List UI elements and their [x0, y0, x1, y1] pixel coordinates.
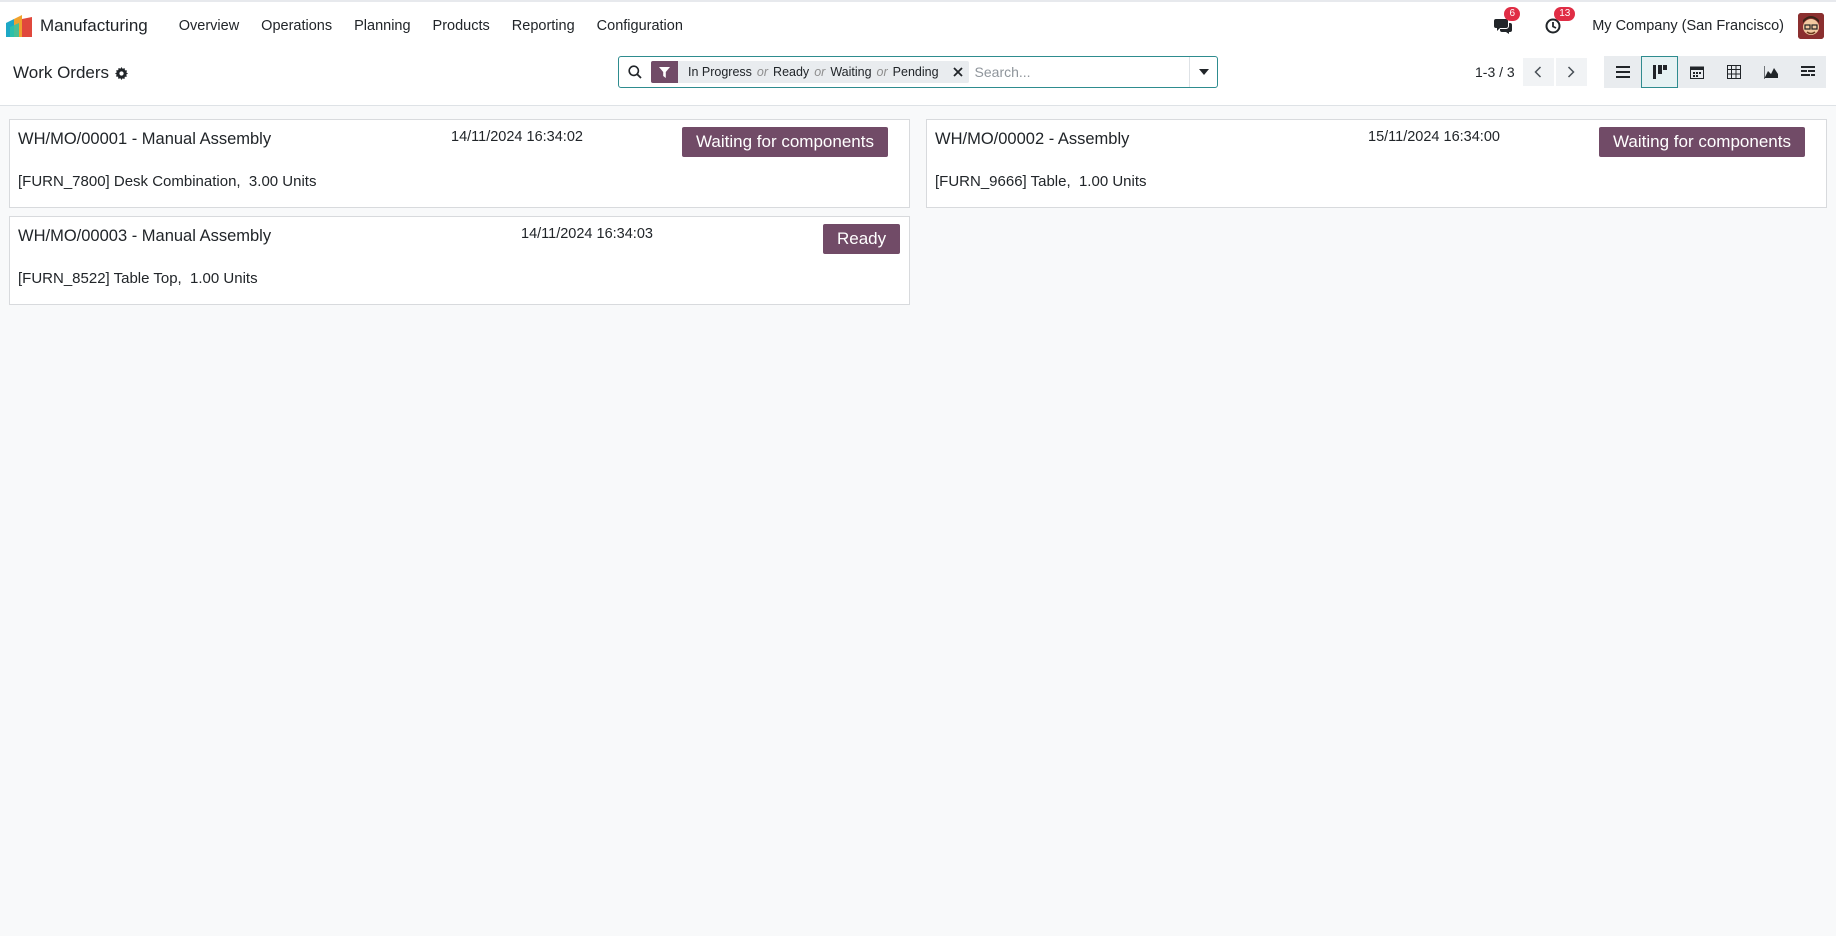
main-navbar: Manufacturing Overview Operations Planni… — [0, 0, 1836, 50]
filter-icon-wrap — [651, 61, 678, 83]
menu-configuration[interactable]: Configuration — [586, 2, 694, 50]
remove-facet-button[interactable] — [947, 61, 969, 83]
list-view-icon — [1615, 66, 1630, 78]
status-badge: Waiting for components — [682, 127, 888, 157]
chevron-left-icon — [1534, 66, 1542, 78]
filter-icon — [659, 66, 670, 78]
kanban-card[interactable]: WH/MO/00003 - Manual Assembly 14/11/2024… — [9, 216, 910, 305]
view-kanban-button[interactable] — [1641, 56, 1678, 88]
calendar-view-icon — [1689, 66, 1704, 79]
activities-count-badge: 13 — [1554, 7, 1576, 21]
systray: 6 13 My Company (San Francisco) — [1492, 2, 1836, 50]
facet-separator: or — [876, 65, 888, 79]
gantt-view-icon — [1800, 66, 1815, 76]
pager-value[interactable]: 1-3 / 3 — [1475, 64, 1515, 80]
search-icon-wrap — [619, 57, 651, 87]
view-pivot-button[interactable] — [1715, 56, 1752, 88]
pager: 1-3 / 3 — [1475, 58, 1587, 86]
facet-values: In Progress or Ready or Waiting or Pendi… — [678, 65, 947, 79]
card-date: 14/11/2024 16:34:03 — [521, 226, 653, 242]
app-brand[interactable]: Manufacturing — [0, 2, 158, 50]
messages-button[interactable]: 6 — [1492, 7, 1521, 37]
facet-separator: or — [814, 65, 826, 79]
kanban-card[interactable]: WH/MO/00002 - Assembly 15/11/2024 16:34:… — [926, 119, 1827, 208]
page-title: Work Orders — [13, 63, 110, 82]
user-avatar-image — [1798, 13, 1824, 39]
chevron-right-icon — [1568, 66, 1575, 78]
card-title: WH/MO/00003 - Manual Assembly — [18, 227, 272, 245]
breadcrumb: Work Orders — [13, 62, 129, 84]
filter-facet[interactable]: In Progress or Ready or Waiting or Pendi… — [651, 61, 969, 83]
company-switcher[interactable]: My Company (San Francisco) — [1592, 18, 1784, 34]
menu-products[interactable]: Products — [422, 2, 501, 50]
facet-value-pending: Pending — [892, 65, 939, 79]
view-gantt-button[interactable] — [1789, 56, 1826, 88]
pager-previous-button[interactable] — [1522, 58, 1554, 86]
manufacturing-app-icon — [6, 15, 32, 37]
search-bar: In Progress or Ready or Waiting or Pendi… — [618, 56, 1218, 88]
card-product: [FURN_8522] Table Top, 1.00 Units — [18, 270, 258, 287]
view-graph-button[interactable] — [1752, 56, 1789, 88]
top-menu: Overview Operations Planning Products Re… — [168, 2, 694, 50]
control-panel: Work Orders In Progress or Ready or Wait… — [0, 50, 1836, 106]
facet-separator: or — [756, 65, 769, 79]
menu-reporting[interactable]: Reporting — [501, 2, 586, 50]
pivot-view-icon — [1726, 65, 1741, 79]
menu-planning[interactable]: Planning — [343, 2, 421, 50]
pager-next-button[interactable] — [1555, 58, 1587, 86]
view-switcher — [1604, 56, 1826, 88]
status-badge: Waiting for components — [1599, 127, 1805, 157]
card-date: 14/11/2024 16:34:02 — [451, 129, 583, 145]
search-icon — [628, 65, 642, 79]
card-product: [FURN_9666] Table, 1.00 Units — [935, 173, 1147, 190]
view-calendar-button[interactable] — [1678, 56, 1715, 88]
menu-operations[interactable]: Operations — [250, 2, 343, 50]
activities-button[interactable]: 13 — [1542, 7, 1576, 37]
messages-count-badge: 6 — [1504, 7, 1521, 21]
menu-overview[interactable]: Overview — [168, 2, 250, 50]
card-title: WH/MO/00001 - Manual Assembly — [18, 130, 272, 148]
view-list-button[interactable] — [1604, 56, 1641, 88]
card-product: [FURN_7800] Desk Combination, 3.00 Units — [18, 173, 317, 190]
graph-view-icon — [1763, 65, 1778, 79]
facet-value-waiting: Waiting — [830, 65, 872, 79]
card-date: 15/11/2024 16:34:00 — [1368, 129, 1500, 145]
status-badge: Ready — [823, 224, 901, 254]
search-input[interactable] — [974, 57, 1189, 87]
app-name: Manufacturing — [40, 16, 148, 35]
gear-icon[interactable] — [115, 66, 129, 80]
facet-value-ready: Ready — [773, 65, 810, 79]
facet-value-in-progress: In Progress — [688, 65, 752, 79]
caret-down-icon — [1198, 69, 1209, 75]
kanban-card[interactable]: WH/MO/00001 - Manual Assembly 14/11/2024… — [9, 119, 910, 208]
kanban-view-icon — [1652, 65, 1667, 79]
user-avatar[interactable] — [1798, 13, 1824, 39]
search-options-toggle[interactable] — [1189, 57, 1217, 87]
close-icon — [952, 67, 963, 77]
card-title: WH/MO/00002 - Assembly — [935, 130, 1130, 148]
